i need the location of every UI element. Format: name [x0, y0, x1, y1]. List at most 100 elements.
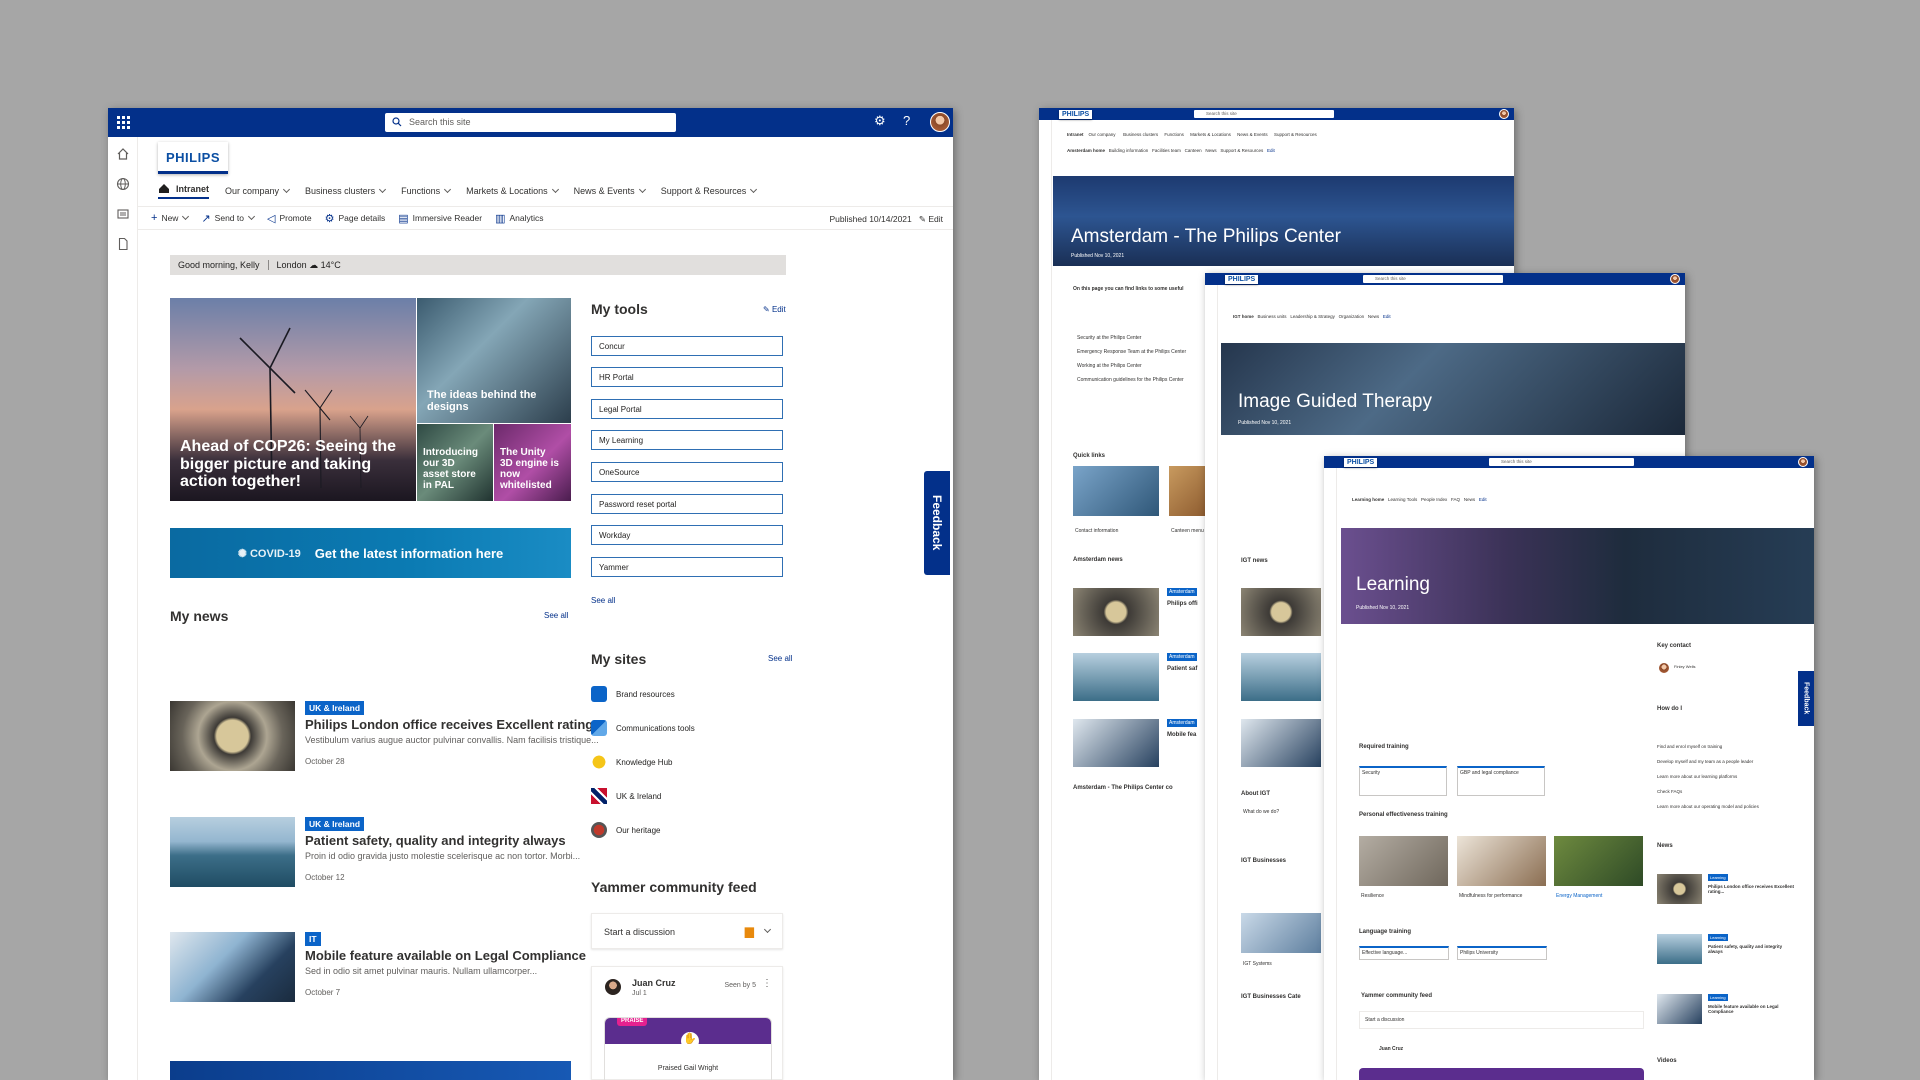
how-link[interactable]: Develop myself and my team as a people l… [1657, 759, 1753, 764]
igt-systems-image[interactable] [1241, 913, 1321, 953]
training-card[interactable]: Philips University [1457, 946, 1547, 960]
news-icon[interactable] [116, 207, 130, 221]
training-card[interactable]: Security [1359, 766, 1447, 796]
news-image[interactable] [1073, 653, 1159, 701]
site-link[interactable]: Communications tools [591, 720, 695, 736]
nav-our-company[interactable]: Our company [225, 185, 291, 196]
quick-link[interactable]: Emergency Response Team at the Philips C… [1077, 349, 1186, 355]
quick-link-image[interactable] [1169, 466, 1209, 516]
send-to-button[interactable]: ↗ Send to [201, 212, 256, 225]
gear-icon[interactable]: ⚙ [874, 113, 886, 129]
news-date: October 12 [305, 873, 345, 882]
how-link[interactable]: Find and enrol myself on training [1657, 744, 1722, 749]
news-item[interactable]: IT Mobile feature available on Legal Com… [170, 932, 586, 1004]
tool-link[interactable]: Legal Portal [591, 399, 783, 419]
start-discussion-box[interactable]: Start a discussion [1359, 1011, 1644, 1029]
praise-icon: ✋ [681, 1032, 699, 1050]
nav-business-clusters[interactable]: Business clusters [305, 185, 387, 196]
philips-logo[interactable]: PHILIPS [1059, 110, 1093, 119]
news-image[interactable] [1241, 719, 1321, 767]
tool-link[interactable]: HR Portal [591, 367, 783, 387]
quick-link-image[interactable] [1073, 466, 1159, 516]
philips-logo[interactable]: PHILIPS [1344, 458, 1378, 467]
nav-support-resources[interactable]: Support & Resources [661, 185, 758, 196]
immersive-reader-button[interactable]: ▤ Immersive Reader [398, 212, 482, 225]
nav-functions[interactable]: Functions [401, 185, 452, 196]
search-input[interactable]: Search this site [1489, 458, 1634, 466]
more-icon[interactable]: ⋮ [762, 978, 772, 989]
how-link[interactable]: Learn more about our learning platforms [1657, 774, 1737, 779]
news-image[interactable] [1657, 934, 1702, 964]
analytics-button[interactable]: ▥ Analytics [495, 212, 543, 225]
avatar[interactable] [1499, 109, 1509, 119]
page-details-button[interactable]: ⚙ Page details [325, 212, 386, 225]
help-icon[interactable]: ? [903, 113, 910, 128]
feedback-button[interactable]: Feedback [1798, 671, 1814, 726]
avatar[interactable] [1798, 457, 1808, 467]
search-input[interactable]: Search this site [385, 113, 676, 132]
home-icon[interactable] [116, 147, 130, 161]
nav-intranet[interactable]: Intranet [158, 183, 210, 199]
nav-news-events[interactable]: News & Events [574, 185, 646, 196]
avatar[interactable] [930, 112, 950, 132]
learning-site-window: Search this site PHILIPS Learning home L… [1324, 456, 1814, 1080]
quick-link[interactable]: Communication guidelines for the Philips… [1077, 377, 1184, 383]
covid-banner[interactable]: ✺ COVID-19 Get the latest information her… [170, 528, 571, 578]
site-link[interactable]: Knowledge Hub [591, 754, 672, 770]
tool-link[interactable]: OneSource [591, 462, 783, 482]
hero-tile-unity[interactable]: The Unity 3D engine is now whitelisted [494, 424, 571, 501]
news-image[interactable] [1657, 874, 1702, 904]
tools-edit-link[interactable]: ✎ Edit [763, 305, 786, 314]
training-image[interactable] [1554, 836, 1643, 886]
news-item[interactable]: UK & Ireland Philips London office recei… [170, 701, 599, 773]
tool-link[interactable]: My Learning [591, 430, 783, 450]
hero-tile-cop26[interactable]: Ahead of COP26: Seeing the bigger pictur… [170, 298, 416, 501]
praise-icon[interactable]: ▆ [745, 924, 754, 938]
yammer-post[interactable]: Juan Cruz Jul 1 Seen by 5 ⋮ PRAISE ✋ Pra… [591, 966, 783, 1080]
news-see-all-link[interactable]: See all [544, 611, 568, 620]
quick-link[interactable]: Security at the Philips Center [1077, 335, 1141, 341]
hero-tile-ideas[interactable]: The ideas behind the designs [417, 298, 571, 423]
tools-see-all-link[interactable]: See all [591, 596, 615, 605]
training-card[interactable]: GBP and legal compliance [1457, 766, 1545, 796]
edit-button[interactable]: ✎ Edit [919, 214, 943, 224]
tool-link[interactable]: Password reset portal [591, 494, 783, 514]
training-image[interactable] [1457, 836, 1546, 886]
site-navigation: Amsterdam home Building information Faci… [1067, 148, 1275, 153]
hero-tile-3d-asset-store[interactable]: Introducing our 3D asset store in PAL [417, 424, 493, 501]
search-input[interactable]: Search this site [1194, 110, 1334, 118]
philips-logo[interactable]: PHILIPS [1225, 275, 1259, 284]
training-image[interactable] [1359, 836, 1448, 886]
how-link[interactable]: Check FAQs [1657, 789, 1682, 794]
new-button[interactable]: + New [151, 212, 190, 224]
news-image[interactable] [1073, 588, 1159, 636]
sites-see-all-link[interactable]: See all [768, 654, 792, 663]
home-icon [159, 184, 169, 193]
training-card[interactable]: Effective language... [1359, 946, 1449, 960]
news-item[interactable]: UK & Ireland Patient safety, quality and… [170, 817, 580, 889]
start-discussion-box[interactable]: Start a discussion ▆ [591, 913, 783, 949]
feedback-button[interactable]: Feedback [924, 471, 950, 575]
quick-link[interactable]: Working at the Philips Center [1077, 363, 1142, 369]
tool-link[interactable]: Yammer [591, 557, 783, 577]
globe-icon[interactable] [116, 177, 130, 191]
promote-button[interactable]: ◁ Promote [267, 212, 312, 225]
app-launcher-icon[interactable] [117, 116, 130, 129]
site-link[interactable]: UK & Ireland [591, 788, 661, 804]
document-icon[interactable] [116, 237, 130, 251]
news-image[interactable] [1073, 719, 1159, 767]
news-image[interactable] [1241, 653, 1321, 701]
how-link[interactable]: Learn more about our operating model and… [1657, 804, 1767, 809]
tool-link[interactable]: Concur [591, 336, 783, 356]
praise-badge: PRAISE [617, 1018, 648, 1026]
site-link[interactable]: Brand resources [591, 686, 675, 702]
news-image[interactable] [1657, 994, 1702, 1024]
search-input[interactable]: Search this site [1363, 275, 1503, 283]
site-link[interactable]: Our heritage [591, 822, 660, 838]
tool-link[interactable]: Workday [591, 525, 783, 545]
avatar[interactable] [1670, 274, 1680, 284]
news-image[interactable] [1241, 588, 1321, 636]
lightbulb-icon [591, 754, 607, 770]
philips-logo[interactable]: PHILIPS [158, 142, 228, 174]
nav-markets-locations[interactable]: Markets & Locations [466, 185, 559, 196]
